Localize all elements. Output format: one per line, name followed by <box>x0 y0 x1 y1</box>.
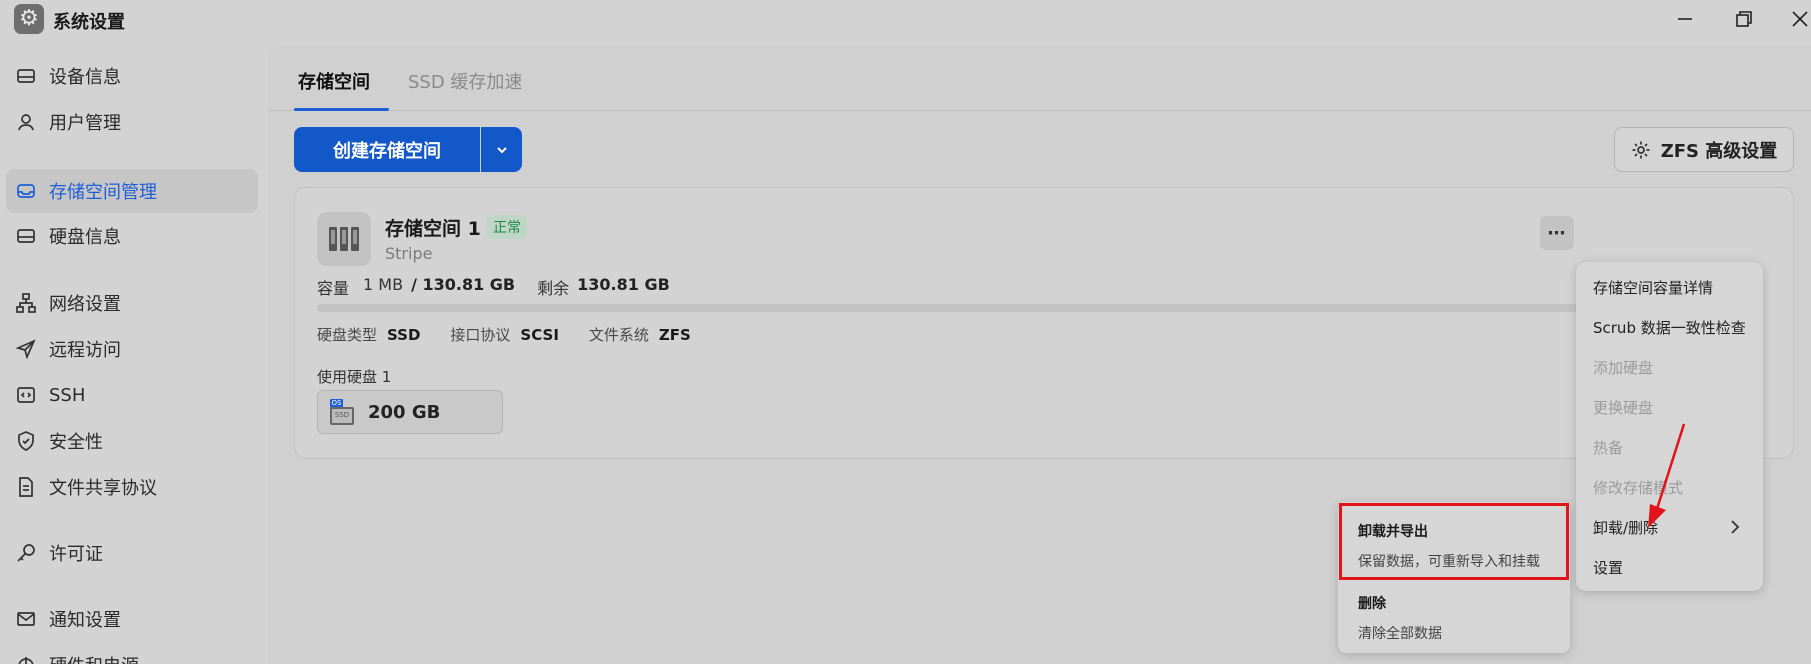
active-tab-indicator <box>294 108 389 111</box>
sidebar-item-label: 设备信息 <box>49 67 121 88</box>
settings-gear-icon: ⚙ <box>14 4 44 34</box>
disk-type-label: 硬盘类型 <box>317 326 378 344</box>
remaining-label: 剩余 <box>537 279 570 298</box>
storage-pool-icon <box>317 212 371 266</box>
maximize-button[interactable] <box>1724 4 1764 34</box>
storage-icon <box>15 180 37 202</box>
menu-item-label: Scrub 数据一致性检查 <box>1593 318 1746 337</box>
tab-storage[interactable]: 存储空间 <box>298 68 370 94</box>
submenu-item-title: 删除 <box>1358 596 1386 612</box>
sidebar-item-label: 存储空间管理 <box>49 182 157 203</box>
filesystem-value: ZFS <box>658 325 691 344</box>
shield-icon <box>15 430 37 452</box>
power-icon <box>15 654 37 664</box>
submenu-item-description: 清除全部数据 <box>1358 626 1442 642</box>
user-icon <box>15 111 37 133</box>
mail-icon <box>15 608 37 630</box>
sidebar-item-label: 文件共享协议 <box>49 478 157 499</box>
disk-chip[interactable]: OS SSD 200 GB <box>317 390 503 434</box>
disk-type-value: SSD <box>387 325 421 344</box>
minimize-button[interactable] <box>1665 4 1705 34</box>
terminal-icon <box>15 384 37 406</box>
sidebar: 设备信息 用户管理 存储空间管理 硬盘信息 网络设置 远程访问 SSH 安全性 … <box>0 45 268 664</box>
sidebar-item-label: 许可证 <box>49 544 103 565</box>
tab-ssd-cache[interactable]: SSD 缓存加速 <box>408 68 522 94</box>
sidebar-item-disk-info[interactable]: 硬盘信息 <box>6 214 258 258</box>
menu-item-add-disk: 添加硬盘 <box>1576 347 1763 387</box>
sidebar-item-label: 硬盘信息 <box>49 227 121 248</box>
sidebar-item-network[interactable]: 网络设置 <box>6 281 258 325</box>
disk-icon <box>15 225 37 247</box>
sidebar-item-label: 通知设置 <box>49 610 121 631</box>
submenu-item-delete[interactable]: 删除 清除全部数据 <box>1338 593 1570 643</box>
ellipsis-icon: ⋯ <box>1547 222 1567 244</box>
zfs-advanced-settings-button[interactable]: ZFS 高级设置 <box>1614 127 1794 172</box>
menu-item-label: 存储空间容量详情 <box>1593 278 1714 297</box>
ssd-icon: OS SSD <box>330 399 354 425</box>
menu-item-scrub[interactable]: Scrub 数据一致性检查 <box>1576 307 1763 347</box>
sidebar-item-label: 安全性 <box>49 432 103 453</box>
menu-item-label: 设置 <box>1593 558 1624 577</box>
used-disks-label: 使用硬盘 1 <box>317 368 392 386</box>
sidebar-item-label: 网络设置 <box>49 294 121 315</box>
send-icon <box>15 338 37 360</box>
menu-item-settings[interactable]: 设置 <box>1576 547 1763 587</box>
chevron-right-icon <box>1729 519 1741 539</box>
sidebar-item-remote-access[interactable]: 远程访问 <box>6 327 258 371</box>
close-button[interactable] <box>1780 4 1811 34</box>
close-icon <box>1792 11 1808 27</box>
pool-name: 存储空间 1 <box>385 218 481 240</box>
capacity-progress-bar <box>317 304 1597 312</box>
annotation-highlight-box <box>1339 503 1569 580</box>
pool-meta-row: 硬盘类型 SSD 接口协议 SCSI 文件系统 ZFS <box>317 324 721 345</box>
network-icon <box>15 292 37 314</box>
create-dropdown-button[interactable] <box>481 127 522 172</box>
sidebar-item-label: SSH <box>49 384 86 406</box>
capacity-row: 容量 1 MB / 130.81 GB 剩余 130.81 GB <box>317 275 670 299</box>
menu-item-capacity-details[interactable]: 存储空间容量详情 <box>1576 267 1763 307</box>
sidebar-item-label: 远程访问 <box>49 340 121 361</box>
capacity-label: 容量 <box>317 279 350 298</box>
create-storage-button[interactable]: 创建存储空间 <box>294 127 480 172</box>
document-icon <box>15 476 37 498</box>
capacity-used: 1 MB <box>363 275 404 294</box>
sidebar-item-device-info[interactable]: 设备信息 <box>6 54 258 98</box>
menu-item-label: 热备 <box>1593 438 1624 457</box>
interface-label: 接口协议 <box>450 326 511 344</box>
menu-item-label: 添加硬盘 <box>1593 358 1654 377</box>
title-bar: ⚙ 系统设置 <box>0 0 1811 38</box>
maximize-icon <box>1736 11 1752 27</box>
more-options-button[interactable]: ⋯ <box>1540 216 1574 250</box>
zfs-advanced-label: ZFS 高级设置 <box>1660 140 1778 162</box>
tab-bar: 存储空间 SSD 缓存加速 <box>268 45 1811 111</box>
remaining-value: 130.81 GB <box>577 275 670 294</box>
sidebar-item-label: 用户管理 <box>49 113 121 134</box>
ssd-chip-label: SSD <box>330 407 354 425</box>
sidebar-item-notifications[interactable]: 通知设置 <box>6 597 258 641</box>
sidebar-item-hardware-power[interactable]: 硬件和电源 <box>6 643 258 664</box>
sidebar-item-storage[interactable]: 存储空间管理 <box>6 169 258 213</box>
interface-value: SCSI <box>520 325 559 344</box>
status-badge: 正常 <box>487 215 527 239</box>
sidebar-item-ssh[interactable]: SSH <box>6 373 258 417</box>
sidebar-item-security[interactable]: 安全性 <box>6 419 258 463</box>
capacity-total: / 130.81 GB <box>411 275 516 294</box>
disk-size: 200 GB <box>368 401 441 423</box>
minimize-icon <box>1678 18 1692 20</box>
key-icon <box>15 542 37 564</box>
sidebar-item-users[interactable]: 用户管理 <box>6 100 258 144</box>
pool-raid-type: Stripe <box>385 244 433 263</box>
annotation-arrow-icon <box>1648 423 1686 528</box>
sidebar-item-file-sharing[interactable]: 文件共享协议 <box>6 465 258 509</box>
storage-pool-card: 存储空间 1 正常 Stripe 容量 1 MB / 130.81 GB 剩余 … <box>294 187 1794 459</box>
menu-item-label: 更换硬盘 <box>1593 398 1654 417</box>
sidebar-item-label: 硬件和电源 <box>49 652 139 664</box>
device-icon <box>15 65 37 87</box>
chevron-down-icon <box>496 146 507 153</box>
gear-icon <box>1632 141 1650 158</box>
window-title: 系统设置 <box>53 12 125 33</box>
sidebar-item-license[interactable]: 许可证 <box>6 531 258 575</box>
filesystem-label: 文件系统 <box>588 326 649 344</box>
